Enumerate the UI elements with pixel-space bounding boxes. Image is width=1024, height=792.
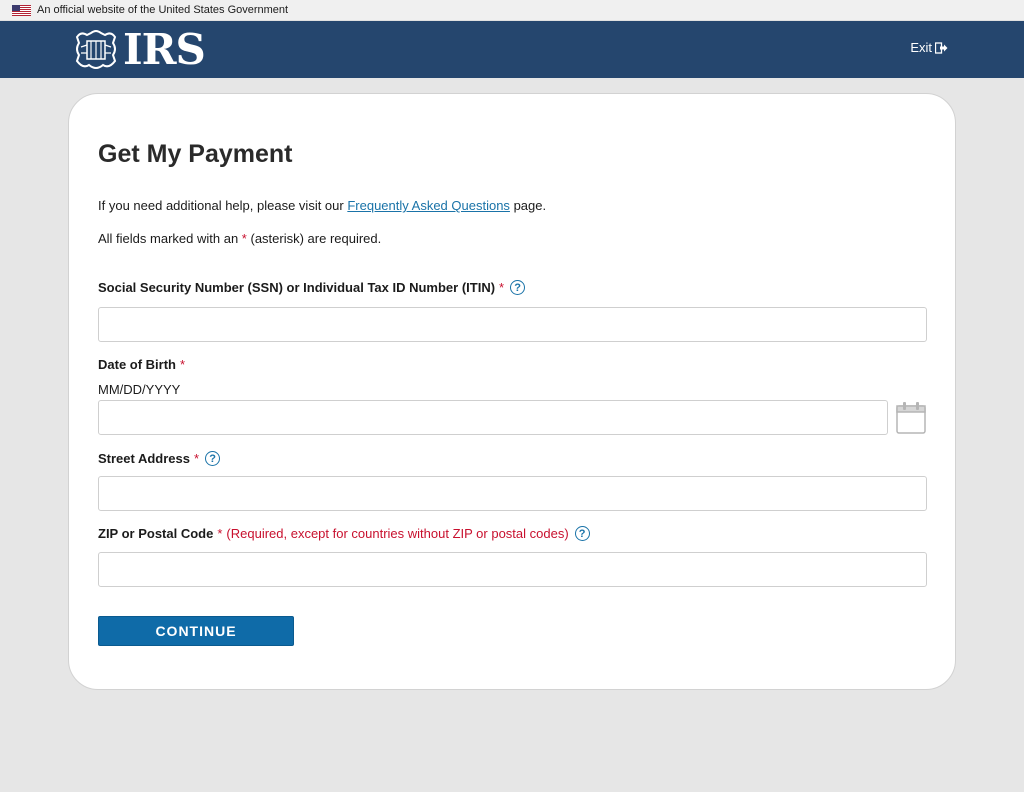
dob-label: Date of Birth * bbox=[98, 357, 185, 372]
logo-text: IRS bbox=[123, 25, 206, 74]
street-address-label: Street Address * ? bbox=[98, 451, 221, 466]
zip-help-icon[interactable]: ? bbox=[574, 526, 590, 541]
calendar-icon[interactable] bbox=[896, 401, 926, 434]
zip-required-asterisk: * bbox=[217, 526, 223, 541]
required-note-prefix: All fields marked with an bbox=[98, 231, 239, 246]
dob-label-text: Date of Birth bbox=[98, 357, 176, 372]
dob-input[interactable] bbox=[98, 400, 888, 435]
street-address-input[interactable] bbox=[98, 476, 927, 511]
zip-required-note: (Required, except for countries without … bbox=[226, 526, 569, 541]
exit-label: Exit bbox=[910, 40, 932, 55]
street-address-label-text: Street Address bbox=[98, 451, 190, 466]
continue-button[interactable]: CONTINUE bbox=[98, 616, 294, 646]
help-text: If you need additional help, please visi… bbox=[98, 198, 546, 213]
eagle-logo-icon bbox=[75, 30, 117, 69]
zip-label-text: ZIP or Postal Code bbox=[98, 526, 214, 541]
street-address-required-asterisk: * bbox=[194, 451, 200, 466]
site-header: IRS Exit bbox=[0, 21, 1024, 78]
ssn-help-icon[interactable]: ? bbox=[510, 280, 526, 295]
dob-format-hint: MM/DD/YYYY bbox=[98, 382, 181, 397]
help-text-suffix: page. bbox=[513, 198, 547, 213]
irs-logo[interactable]: IRS bbox=[73, 25, 206, 74]
payment-form-card: Get My Payment If you need additional he… bbox=[68, 93, 956, 690]
dob-required-asterisk: * bbox=[180, 357, 186, 372]
help-text-prefix: If you need additional help, please visi… bbox=[98, 198, 344, 213]
ssn-label: Social Security Number (SSN) or Individu… bbox=[98, 280, 526, 295]
zip-input[interactable] bbox=[98, 552, 927, 587]
gov-banner: An official website of the United States… bbox=[0, 0, 1024, 21]
faq-link[interactable]: Frequently Asked Questions bbox=[347, 198, 510, 213]
street-address-help-icon[interactable]: ? bbox=[205, 451, 221, 466]
page-title: Get My Payment bbox=[98, 140, 293, 168]
required-note: All fields marked with an * (asterisk) a… bbox=[98, 231, 381, 246]
required-asterisk: * bbox=[241, 231, 247, 246]
exit-button[interactable]: Exit bbox=[910, 40, 948, 55]
us-flag-icon bbox=[12, 4, 31, 16]
gov-banner-text: An official website of the United States… bbox=[37, 4, 289, 16]
ssn-input[interactable] bbox=[98, 307, 927, 342]
exit-arrow-icon bbox=[935, 41, 948, 54]
ssn-label-text: Social Security Number (SSN) or Individu… bbox=[98, 280, 496, 295]
ssn-required-asterisk: * bbox=[499, 280, 505, 295]
zip-label: ZIP or Postal Code * (Required, except f… bbox=[98, 526, 590, 541]
required-note-suffix: (asterisk) are required. bbox=[250, 231, 382, 246]
